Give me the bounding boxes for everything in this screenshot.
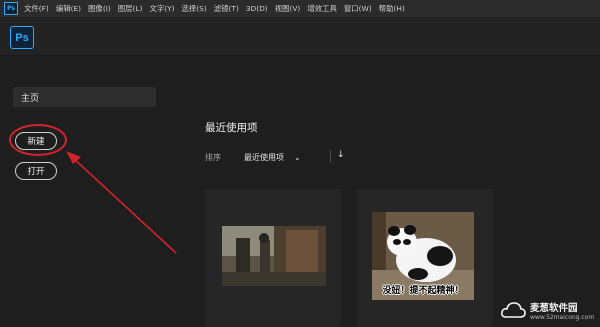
annotation-ellipse bbox=[9, 124, 67, 156]
meme-caption: 没妞！提不起精神！ bbox=[382, 286, 464, 296]
sidebar-item-home[interactable]: 主页 bbox=[13, 87, 156, 107]
sort-dropdown[interactable]: 最近使用项 ⌄ bbox=[244, 152, 301, 163]
open-button[interactable]: 打开 bbox=[15, 162, 57, 180]
recent-file-card[interactable] bbox=[205, 189, 341, 327]
watermark-name: 麦葱软件园 bbox=[530, 302, 578, 314]
menu-image[interactable]: 图像(I) bbox=[88, 3, 111, 14]
recent-file-card[interactable]: 没妞！提不起精神！ bbox=[357, 189, 493, 327]
menu-select[interactable]: 选择(S) bbox=[182, 3, 207, 14]
panda-meme-thumbnail: 没妞！提不起精神！ bbox=[372, 212, 474, 300]
sort-divider bbox=[330, 150, 331, 163]
chevron-down-icon: ⌄ bbox=[294, 153, 301, 162]
sort-value: 最近使用项 bbox=[244, 153, 284, 162]
menu-help[interactable]: 帮助(H) bbox=[379, 3, 405, 14]
recent-section-title: 最近使用项 bbox=[205, 122, 258, 134]
home-header: Ps bbox=[0, 17, 600, 56]
menu-filter[interactable]: 滤镜(T) bbox=[214, 3, 239, 14]
photoshop-app-icon[interactable]: Ps bbox=[4, 2, 18, 15]
menu-bar: Ps 文件(F) 编辑(E) 图像(I) 图层(L) 文字(Y) 选择(S) 滤… bbox=[0, 0, 600, 17]
menu-type[interactable]: 文字(Y) bbox=[149, 3, 174, 14]
photoshop-logo-icon[interactable]: Ps bbox=[10, 26, 34, 49]
watermark: 麦葱软件园 www.52maicong.com bbox=[500, 293, 600, 327]
menu-window[interactable]: 窗口(W) bbox=[344, 3, 372, 14]
cloud-logo-icon bbox=[501, 302, 526, 318]
menu-3d[interactable]: 3D(D) bbox=[246, 4, 268, 13]
menu-layer[interactable]: 图层(L) bbox=[118, 3, 143, 14]
street-photo-thumbnail bbox=[222, 226, 326, 286]
menu-plugins[interactable]: 增效工具 bbox=[307, 3, 337, 14]
menu-edit[interactable]: 编辑(E) bbox=[56, 3, 81, 14]
watermark-url: www.52maicong.com bbox=[530, 313, 595, 321]
menu-view[interactable]: 视图(V) bbox=[275, 3, 301, 14]
sort-label: 排序 bbox=[205, 153, 221, 162]
arrow-down-icon[interactable]: ↓ bbox=[337, 150, 345, 160]
menu-file[interactable]: 文件(F) bbox=[24, 3, 49, 14]
